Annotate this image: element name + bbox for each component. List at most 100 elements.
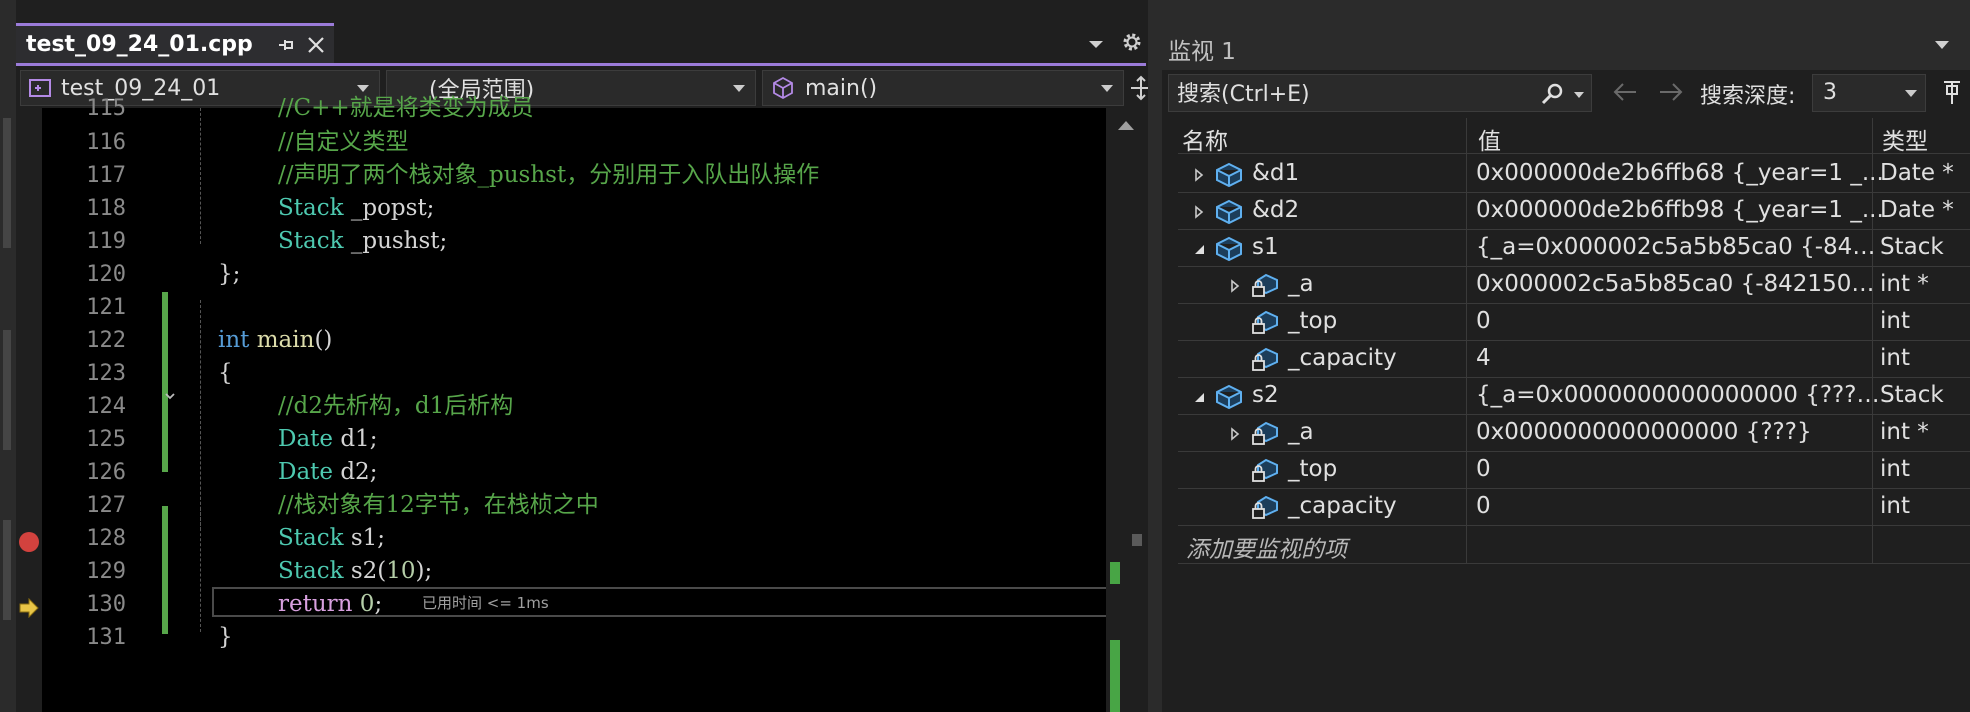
code-line: 130 return 0; xyxy=(42,588,1106,621)
breakpoint-icon[interactable] xyxy=(19,532,39,552)
watch-value[interactable]: 0 xyxy=(1476,493,1884,519)
code-text: //自定义类型 xyxy=(278,126,409,159)
search-icon[interactable] xyxy=(1539,81,1565,107)
chevron-down-icon[interactable] xyxy=(1932,38,1952,52)
watch-value[interactable]: {_a=0x000002c5a5b85ca0 {-8421... xyxy=(1476,234,1884,260)
locked-member-icon xyxy=(1252,458,1278,482)
tool-strip-mark[interactable] xyxy=(3,330,11,450)
locked-member-icon xyxy=(1252,495,1278,519)
search-box[interactable] xyxy=(1168,74,1592,112)
watch-type: int * xyxy=(1880,419,1929,445)
scroll-up-icon[interactable] xyxy=(1114,118,1138,132)
watch-row[interactable]: &d2 0x000000de2b6ffb98 {_year=1 _... Dat… xyxy=(1178,193,1970,230)
watch-row[interactable]: s2 {_a=0x0000000000000000 {???} _t... St… xyxy=(1178,378,1970,415)
watch-value[interactable]: 0 xyxy=(1476,456,1884,482)
line-number: 129 xyxy=(86,559,126,584)
line-number: 120 xyxy=(86,262,126,287)
expand-arrow-icon[interactable] xyxy=(1192,205,1206,219)
expand-arrow-icon[interactable] xyxy=(1228,427,1242,441)
watch-name: _top xyxy=(1288,456,1338,482)
line-number: 118 xyxy=(86,196,126,221)
forward-arrow-icon[interactable] xyxy=(1656,80,1686,104)
column-header-type[interactable]: 类型 xyxy=(1882,122,1928,156)
code-type: Date xyxy=(278,426,334,452)
code-line: 127 //栈对象有12字节，在栈桢之中 xyxy=(42,489,1106,522)
left-tool-strip xyxy=(0,0,16,712)
code-plain: _popst; xyxy=(343,195,435,221)
code-line: 121 xyxy=(42,291,1106,324)
code-comment: //d2先析构，d1后析构 xyxy=(278,393,514,419)
watch-row[interactable]: _capacity 0 int xyxy=(1178,489,1970,526)
code-text: //栈对象有12字节，在栈桢之中 xyxy=(278,489,599,522)
code-comment: //声明了两个栈对象_pushst，分别用于入队出队操作 xyxy=(278,162,820,188)
watch-value[interactable]: 4 xyxy=(1476,345,1884,371)
watch-title: 监视 1 xyxy=(1168,39,1236,65)
watch-panel: 监视 1 搜索深度: 3 名称 xyxy=(1162,0,1970,712)
line-number: 121 xyxy=(86,295,126,320)
collapse-arrow-icon[interactable] xyxy=(1192,242,1206,256)
tool-strip-mark[interactable] xyxy=(3,118,11,248)
watch-row[interactable]: _top 0 int xyxy=(1178,304,1970,341)
code-variable: d2 xyxy=(340,459,370,485)
panel-splitter[interactable] xyxy=(1148,0,1162,712)
watch-name: _a xyxy=(1288,419,1314,445)
add-watch-placeholder[interactable]: 添加要监视的项 xyxy=(1186,530,1347,564)
locked-member-icon xyxy=(1252,421,1278,445)
scrollbar-position-marker xyxy=(1132,534,1142,546)
gear-icon[interactable] xyxy=(1120,30,1144,54)
code-variable: d1 xyxy=(340,426,370,452)
watch-type: int xyxy=(1880,308,1910,334)
watch-value[interactable]: 0x000000de2b6ffb98 {_year=1 _... xyxy=(1476,197,1884,223)
chevron-down-icon xyxy=(733,85,745,92)
code-line: 118 Stack _popst; xyxy=(42,192,1106,225)
watch-row[interactable]: _top 0 int xyxy=(1178,452,1970,489)
watch-name: s1 xyxy=(1252,234,1279,260)
vertical-scrollbar[interactable] xyxy=(1106,108,1146,712)
watch-type: Date * xyxy=(1880,160,1954,186)
expand-arrow-icon[interactable] xyxy=(1228,279,1242,293)
column-header-name[interactable]: 名称 xyxy=(1182,122,1228,156)
code-variable: s1 xyxy=(350,525,378,551)
code-area[interactable]: 115 //C++就是将类变为成员 116 //自定义类型 117 //声明了两… xyxy=(16,95,1114,712)
expand-arrow-icon[interactable] xyxy=(1192,168,1206,182)
watch-value[interactable]: 0x0000000000000000 {???} xyxy=(1476,419,1884,445)
code-editor: test_09_24_01.cpp test_09_24_01 (全局范围) m… xyxy=(0,0,1151,712)
collapse-arrow-icon[interactable] xyxy=(1192,390,1206,404)
glyph-margin[interactable] xyxy=(16,108,42,712)
line-number: 119 xyxy=(86,229,126,254)
add-watch-row[interactable]: 添加要监视的项 xyxy=(1178,526,1970,564)
watch-value[interactable]: {_a=0x0000000000000000 {???} _t... xyxy=(1476,382,1884,408)
watch-row[interactable]: _a 0x0000000000000000 {???} int * xyxy=(1178,415,1970,452)
watch-type: int xyxy=(1880,456,1910,482)
code-plain: ) xyxy=(415,558,425,584)
code-line: 117 //声明了两个栈对象_pushst，分别用于入队出队操作 xyxy=(42,159,1106,192)
object-icon xyxy=(1216,384,1242,410)
code-line: 122 int main() xyxy=(42,324,1106,357)
search-depth-label: 搜索深度: xyxy=(1700,84,1796,109)
code-keyword: int xyxy=(218,327,250,353)
watch-name: &d2 xyxy=(1252,197,1300,223)
perf-tip[interactable]: 已用时间 <= 1ms xyxy=(422,592,549,613)
watch-row[interactable]: &d1 0x000000de2b6ffb68 {_year=1 _... Dat… xyxy=(1178,156,1970,193)
watch-value[interactable]: 0x000002c5a5b85ca0 {-842150451} xyxy=(1476,271,1884,297)
watch-value[interactable]: 0 xyxy=(1476,308,1884,334)
search-input[interactable] xyxy=(1177,80,1517,108)
column-header-value[interactable]: 值 xyxy=(1478,122,1501,156)
document-tab[interactable]: test_09_24_01.cpp xyxy=(16,23,334,63)
line-number: 126 xyxy=(86,460,126,485)
pin-icon[interactable] xyxy=(1940,78,1966,108)
watch-row[interactable]: _capacity 4 int xyxy=(1178,341,1970,378)
close-icon[interactable] xyxy=(305,34,327,56)
watch-value[interactable]: 0x000000de2b6ffb68 {_year=1 _... xyxy=(1476,160,1884,186)
code-type: Stack xyxy=(278,228,344,254)
tab-list-dropdown-icon[interactable] xyxy=(1086,36,1106,52)
watch-row[interactable]: _a 0x000002c5a5b85ca0 {-842150451} int * xyxy=(1178,267,1970,304)
line-number: 116 xyxy=(86,130,126,155)
chevron-down-icon[interactable] xyxy=(1573,91,1585,99)
pin-icon[interactable] xyxy=(275,34,297,56)
search-depth-select[interactable]: 3 xyxy=(1812,74,1926,112)
scrollbar-change-marker xyxy=(1110,640,1120,712)
back-arrow-icon[interactable] xyxy=(1610,80,1640,104)
watch-row[interactable]: s1 {_a=0x000002c5a5b85ca0 {-8421... Stac… xyxy=(1178,230,1970,267)
tool-strip-mark[interactable] xyxy=(3,520,11,620)
